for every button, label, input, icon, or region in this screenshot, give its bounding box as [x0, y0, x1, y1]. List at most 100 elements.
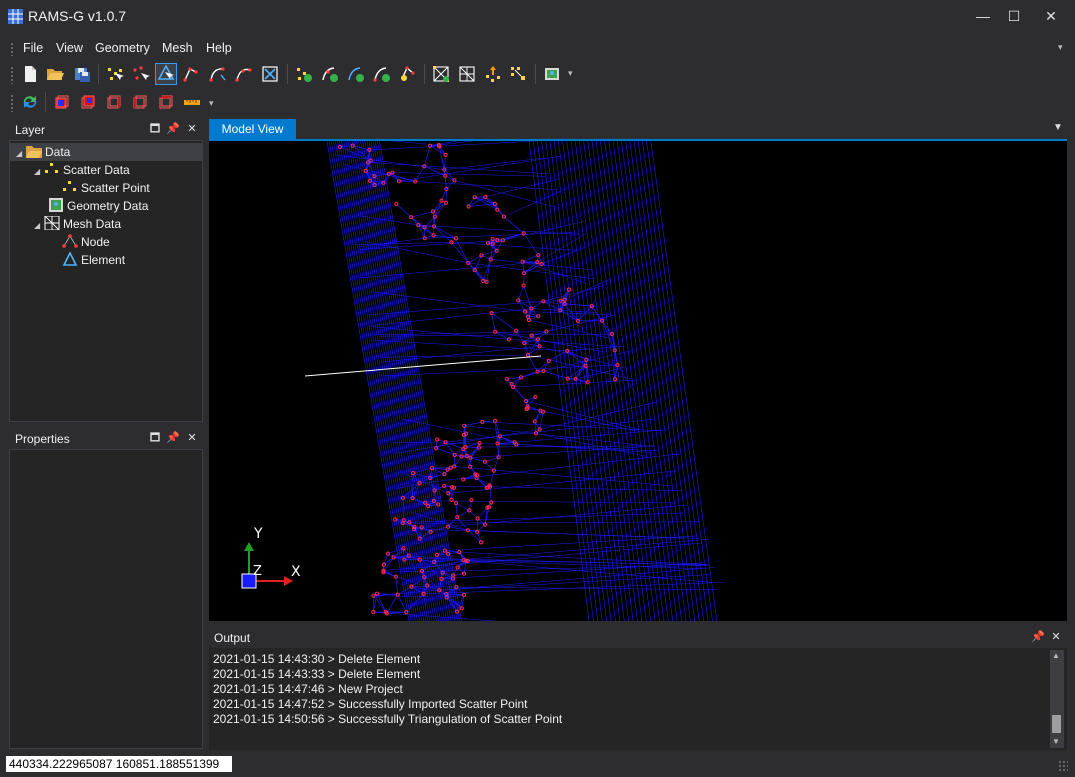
expand-arrow-icon[interactable]: ◢ [34, 217, 44, 235]
toolbar-overflow-icon[interactable]: ▾ [209, 98, 214, 109]
view-top-icon[interactable] [52, 92, 72, 112]
output-scrollbar[interactable] [1050, 650, 1064, 748]
view-back-icon[interactable] [130, 92, 150, 112]
menu-mesh[interactable]: Mesh [162, 41, 193, 55]
arc-tool-icon[interactable] [208, 64, 228, 84]
view-front-icon[interactable] [78, 92, 98, 112]
geometry-data-icon [48, 198, 64, 212]
toolbar-separator [535, 64, 536, 84]
menu-grip[interactable] [10, 42, 14, 56]
menu-view[interactable]: View [56, 41, 83, 55]
scatter-select-icon[interactable] [105, 64, 125, 84]
z-axis-label: Z [253, 564, 262, 579]
folder-icon [26, 144, 42, 158]
panel-close-icon[interactable]: ✕ [185, 122, 199, 136]
app-icon [8, 9, 23, 24]
mesh-node [350, 143, 355, 148]
toolbar-grip[interactable] [10, 66, 14, 84]
toolbar-separator [424, 64, 425, 84]
tree-item-label: Geometry Data [67, 199, 149, 213]
cursor-coordinates: 440334.222965087 160851.188551399 [6, 756, 232, 772]
y-axis-label: Y [253, 526, 263, 542]
geometry-image-icon[interactable] [542, 64, 562, 84]
layer-panel-header: Layer 🗖 📌 ✕ [9, 120, 203, 140]
menu-help[interactable]: Help [206, 41, 232, 55]
tree-item-geometry-data[interactable]: Geometry Data [48, 197, 148, 215]
panel-float-icon[interactable]: 🗖 [148, 431, 162, 445]
scatter-options-icon[interactable] [509, 64, 529, 84]
mesh-canvas[interactable]: X Y Z [209, 141, 1067, 621]
layer-panel-title: Layer [15, 123, 46, 137]
properties-panel-header: Properties 🗖 📌 ✕ [9, 429, 203, 449]
tree-item-mesh-data[interactable]: ◢ Mesh Data [34, 215, 121, 233]
close-button[interactable]: ✕ [1036, 4, 1066, 28]
panel-pin-icon[interactable]: 📌 [166, 122, 180, 136]
view-iso-icon[interactable] [156, 92, 176, 112]
expand-arrow-icon[interactable]: ◢ [34, 163, 44, 181]
properties-body [9, 449, 203, 749]
element-icon [62, 251, 78, 266]
tree-item-label: Node [81, 235, 110, 249]
window-title: RAMS-G v1.0.7 [28, 8, 127, 24]
save-icon[interactable] [72, 64, 92, 84]
spline-tool-icon[interactable] [234, 64, 254, 84]
export-scatter-icon[interactable] [483, 64, 503, 84]
tree-item-label: Data [45, 145, 71, 159]
tree-item-label: Element [81, 253, 126, 267]
tree-item-node[interactable]: Node [62, 233, 110, 251]
menu-geometry[interactable]: Geometry [95, 41, 150, 55]
view-side-icon[interactable] [104, 92, 124, 112]
maximize-button[interactable]: ☐ [999, 4, 1029, 28]
output-panel-header: Output 📌 ✕ [209, 628, 1067, 648]
tree-item-data[interactable]: ◢ Data [10, 143, 202, 161]
delete-tool-icon[interactable] [260, 64, 280, 84]
axis-triad: X Y Z [241, 526, 301, 589]
add-arc-icon[interactable] [372, 64, 392, 84]
expand-arrow-icon[interactable]: ◢ [16, 145, 26, 163]
tree-item-scatter-point[interactable]: Scatter Point [62, 179, 150, 197]
mesh-node [478, 540, 484, 545]
log-line: 2021-01-15 14:43:30 > Delete Element [213, 652, 421, 666]
add-vertex-icon[interactable] [346, 64, 366, 84]
scroll-down-icon[interactable]: ▼ [1052, 737, 1060, 746]
element-select-icon[interactable] [155, 63, 177, 85]
add-node-icon[interactable] [320, 64, 340, 84]
menu-overflow-icon[interactable]: ▾ [1058, 42, 1063, 53]
toolbar-view: ▾ [0, 92, 300, 114]
merge-node-icon[interactable] [398, 64, 418, 84]
tree-item-element[interactable]: Element [62, 251, 125, 269]
output-panel-title: Output [214, 631, 251, 645]
tree-item-label: Scatter Data [63, 163, 130, 177]
scroll-up-icon[interactable]: ▲ [1052, 651, 1060, 660]
toolbar-overflow-icon[interactable]: ▾ [568, 68, 573, 79]
tree-item-scatter-data[interactable]: ◢ Scatter Data [34, 161, 130, 179]
polyline-tool-icon[interactable] [182, 64, 202, 84]
measure-ruler-icon[interactable] [182, 92, 202, 112]
scroll-thumb[interactable] [1052, 715, 1061, 733]
node-select-icon[interactable] [131, 64, 151, 84]
open-folder-icon[interactable] [45, 64, 65, 84]
resize-grip-icon[interactable] [1058, 760, 1068, 772]
panel-pin-icon[interactable]: 📌 [166, 431, 180, 445]
add-scatter-icon[interactable] [294, 64, 314, 84]
y-axis-arrow-icon [244, 542, 254, 551]
panel-close-icon[interactable]: ✕ [185, 431, 199, 445]
menu-file[interactable]: File [23, 41, 43, 55]
triangulate-icon[interactable] [431, 64, 451, 84]
model-viewport[interactable]: X Y Z [209, 141, 1067, 621]
mesh-grid-icon[interactable] [457, 64, 477, 84]
mesh-node [394, 201, 399, 207]
toolbar-grip[interactable] [10, 94, 14, 112]
new-file-icon[interactable] [20, 64, 40, 84]
drawn-polyline[interactable] [304, 355, 542, 377]
refresh-icon[interactable] [20, 92, 40, 112]
tab-dropdown-icon[interactable]: ▼ [1053, 122, 1063, 133]
mesh-node [390, 170, 395, 175]
panel-pin-icon[interactable]: 📌 [1031, 630, 1045, 644]
tab-model-view[interactable]: Model View [209, 119, 296, 139]
panel-float-icon[interactable]: 🗖 [148, 122, 162, 136]
panel-close-icon[interactable]: ✕ [1049, 630, 1063, 644]
toolbar-separator [45, 92, 46, 112]
minimize-button[interactable]: — [968, 4, 998, 28]
scatter-point-icon [62, 180, 78, 194]
